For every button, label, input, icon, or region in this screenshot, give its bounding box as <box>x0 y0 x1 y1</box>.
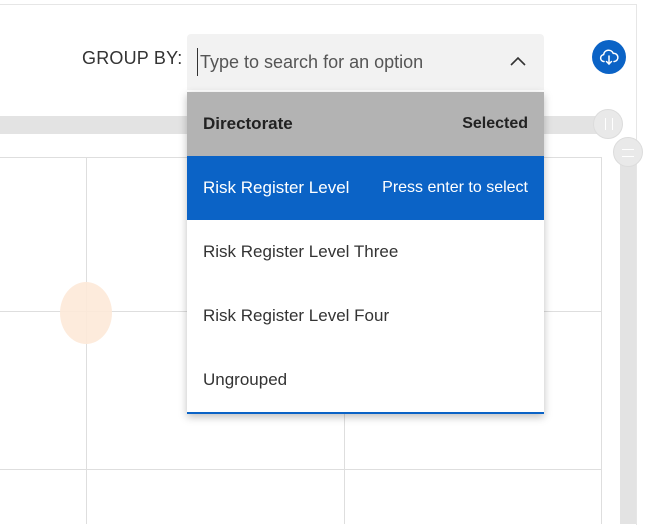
option-label: Risk Register Level Four <box>203 306 390 325</box>
chevron-up-icon[interactable] <box>509 54 527 68</box>
cloud-download-icon <box>599 48 619 66</box>
option-label: Risk Register Level Three <box>203 242 399 261</box>
vertical-scroll-handle[interactable] <box>613 137 643 167</box>
option-risk-register-level[interactable]: Risk Register Level Press enter to selec… <box>187 156 544 220</box>
option-hint: Press enter to select <box>382 179 528 196</box>
option-label: Directorate <box>203 114 293 133</box>
download-button[interactable] <box>592 40 626 74</box>
option-risk-register-level-three[interactable]: Risk Register Level Three <box>187 220 544 284</box>
option-directorate[interactable]: Directorate Selected <box>187 92 544 156</box>
horizontal-scroll-handle[interactable] <box>593 109 623 139</box>
option-label: Ungrouped <box>203 370 288 389</box>
option-ungrouped[interactable]: Ungrouped <box>187 348 544 412</box>
group-by-combobox[interactable] <box>187 34 544 90</box>
option-hint: Selected <box>462 115 528 132</box>
vertical-scrollbar[interactable] <box>620 160 636 524</box>
option-risk-register-level-four[interactable]: Risk Register Level Four <box>187 284 544 348</box>
option-label: Risk Register Level <box>203 178 350 197</box>
risk-bubble[interactable] <box>60 282 112 344</box>
group-by-search-input[interactable] <box>197 48 490 76</box>
group-by-options-list: Directorate Selected Risk Register Level… <box>187 92 544 414</box>
grid-line <box>0 469 602 470</box>
group-by-label: GROUP BY: <box>82 48 183 68</box>
